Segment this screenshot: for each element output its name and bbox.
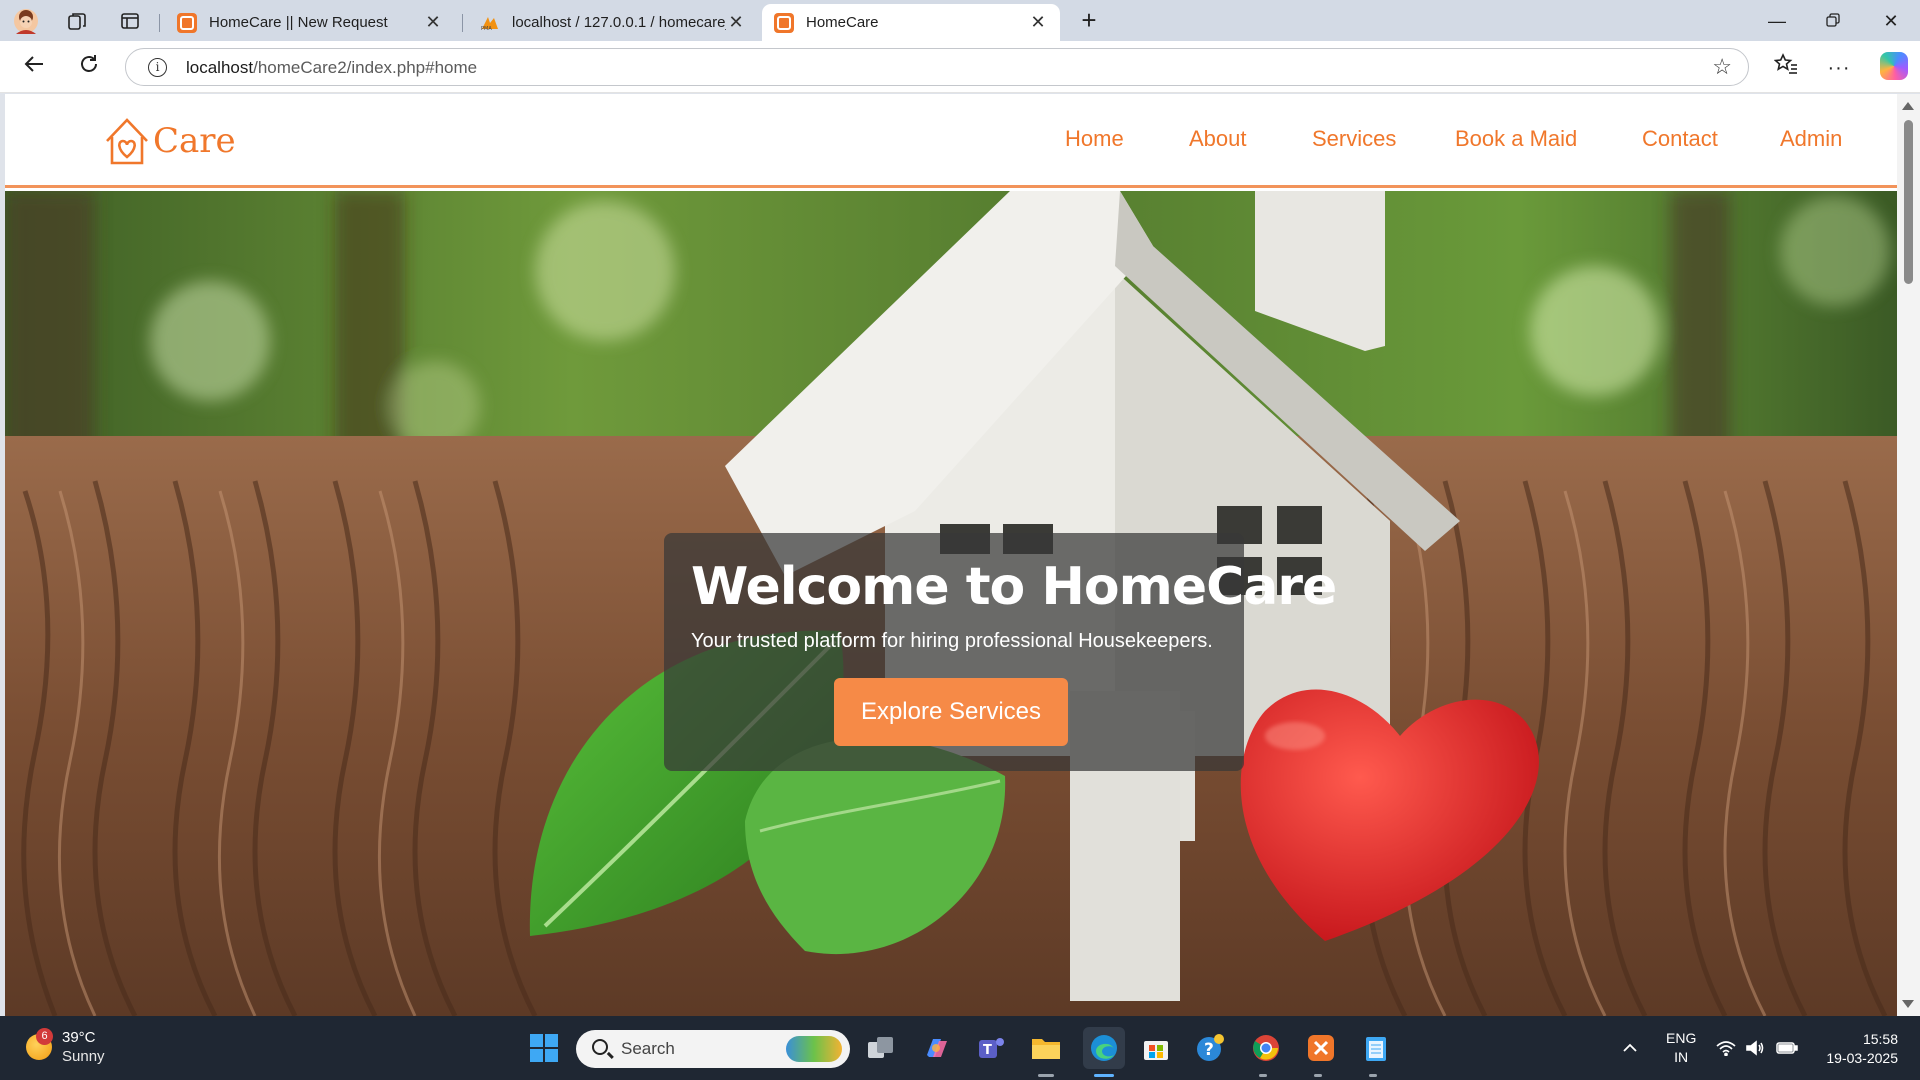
tab-separator: [462, 14, 463, 32]
task-view-icon[interactable]: [863, 1030, 899, 1066]
show-hidden-icons-chevron-icon[interactable]: [1622, 1016, 1638, 1080]
page-scrollbar[interactable]: [1897, 94, 1920, 1016]
wifi-icon[interactable]: [1716, 1016, 1736, 1080]
edge-browser-icon[interactable]: [1083, 1027, 1125, 1069]
site-logo[interactable]: Care: [103, 114, 236, 168]
favorites-icon[interactable]: [1769, 51, 1803, 85]
battery-icon[interactable]: [1776, 1016, 1798, 1080]
nav-admin[interactable]: Admin: [1780, 126, 1842, 152]
language-indicator[interactable]: ENG IN: [1666, 1016, 1696, 1080]
xampp-favicon-icon: [177, 12, 197, 33]
get-help-icon[interactable]: ?: [1193, 1030, 1229, 1066]
search-icon: [592, 1039, 608, 1055]
weather-temperature: 39°C: [62, 1029, 96, 1046]
refresh-icon[interactable]: [72, 51, 106, 85]
copilot-icon[interactable]: [1880, 52, 1908, 80]
language-code: ENG: [1666, 1030, 1697, 1046]
brand-name: Care: [153, 121, 236, 161]
active-app-indicator: [1094, 1074, 1114, 1077]
scroll-up-arrow-icon[interactable]: [1902, 102, 1914, 110]
sun-icon: 6: [26, 1028, 53, 1060]
tab-title: HomeCare || New Request: [209, 14, 388, 31]
more-menu-icon[interactable]: ···: [1822, 51, 1856, 85]
new-tab-button[interactable]: +: [1074, 6, 1104, 36]
nav-about[interactable]: About: [1189, 126, 1247, 152]
teams-icon[interactable]: T: [973, 1030, 1009, 1066]
notepad-icon[interactable]: [1358, 1030, 1394, 1066]
url-host: localhost: [186, 58, 254, 77]
weather-condition: Sunny: [62, 1048, 105, 1065]
restore-button[interactable]: [1810, 6, 1856, 36]
minimize-button[interactable]: —: [1754, 6, 1800, 36]
system-clock[interactable]: 15:58 19-03-2025: [1818, 1030, 1898, 1068]
volume-icon[interactable]: [1745, 1016, 1765, 1080]
taskbar-search[interactable]: Search: [576, 1030, 850, 1068]
tab-title: HomeCare: [806, 14, 879, 31]
tab-homecare[interactable]: HomeCare ✕: [762, 4, 1060, 41]
clock-time: 15:58: [1862, 1031, 1898, 1047]
xampp-favicon-icon: [774, 12, 794, 33]
running-indicator: [1259, 1074, 1267, 1077]
clock-date: 19-03-2025: [1826, 1050, 1898, 1066]
weather-widget[interactable]: 6 39°C Sunny: [26, 1028, 105, 1066]
hero-welcome-card: Welcome to HomeCare Your trusted platfor…: [664, 533, 1337, 771]
tab-phpmyadmin[interactable]: PMA localhost / 127.0.0.1 / homecare_c ✕: [468, 4, 758, 41]
close-tab-icon[interactable]: ✕: [726, 12, 746, 33]
tab-separator: [159, 14, 160, 32]
address-bar[interactable]: i localhost/homeCare2/index.php#home ☆: [125, 48, 1749, 86]
close-window-button[interactable]: ✕: [1868, 6, 1914, 36]
svg-text:?: ?: [1204, 1040, 1214, 1060]
site-navbar: Care Home About Services Book a Maid Con…: [5, 94, 1897, 188]
microsoft-store-icon[interactable]: [1138, 1030, 1174, 1066]
svg-text:T: T: [983, 1043, 992, 1058]
close-tab-icon[interactable]: ✕: [423, 12, 443, 33]
copilot-app-icon[interactable]: [918, 1030, 954, 1066]
svg-text:PMA: PMA: [481, 26, 492, 31]
url-path: /homeCare2/index.php#home: [253, 58, 478, 77]
search-label: Search: [621, 1039, 675, 1058]
phpmyadmin-favicon-icon: PMA: [480, 13, 500, 33]
browser-toolbar: i localhost/homeCare2/index.php#home ☆ ·…: [0, 41, 1920, 93]
weather-badge: 6: [36, 1028, 53, 1045]
file-explorer-icon[interactable]: [1028, 1030, 1064, 1066]
vertical-tabs-icon[interactable]: [116, 8, 144, 34]
site-info-icon[interactable]: i: [148, 58, 167, 77]
tab-title: localhost / 127.0.0.1 / homecare_c: [512, 14, 726, 31]
region-code: IN: [1674, 1049, 1689, 1065]
running-indicator: [1369, 1074, 1377, 1077]
nav-contact[interactable]: Contact: [1642, 126, 1718, 152]
scrollbar-thumb[interactable]: [1904, 120, 1913, 284]
back-arrow-icon[interactable]: [17, 51, 51, 85]
nav-book-a-maid[interactable]: Book a Maid: [1455, 126, 1577, 152]
house-heart-icon: [106, 118, 148, 165]
url-text: localhost/homeCare2/index.php#home: [186, 58, 477, 78]
search-highlight-icon: [786, 1036, 842, 1062]
tab-new-request[interactable]: HomeCare || New Request ✕: [165, 4, 455, 41]
windows-taskbar: 6 39°C Sunny Search T ? ENG IN 15:58 19-…: [0, 1016, 1920, 1080]
hero-title: Welcome to HomeCare: [691, 557, 1337, 617]
nav-services[interactable]: Services: [1312, 126, 1396, 152]
scroll-down-arrow-icon[interactable]: [1902, 1000, 1914, 1008]
explore-services-button[interactable]: Explore Services: [834, 678, 1068, 746]
nav-home[interactable]: Home: [1065, 126, 1124, 152]
hero-subtitle: Your trusted platform for hiring profess…: [691, 630, 1213, 652]
workspaces-icon[interactable]: [63, 8, 91, 34]
windows-start-icon[interactable]: [526, 1030, 562, 1066]
running-indicator: [1038, 1074, 1054, 1077]
close-tab-icon[interactable]: ✕: [1028, 12, 1048, 33]
running-indicator: [1314, 1074, 1322, 1077]
xampp-icon[interactable]: [1303, 1030, 1339, 1066]
chrome-icon[interactable]: [1248, 1030, 1284, 1066]
browser-tab-strip: HomeCare || New Request ✕ PMA localhost …: [0, 0, 1920, 41]
hero-section: Welcome to HomeCare Your trusted platfor…: [5, 191, 1897, 1016]
web-page: Care Home About Services Book a Maid Con…: [5, 94, 1897, 1016]
profile-avatar-icon[interactable]: [12, 8, 40, 34]
favorite-star-icon[interactable]: ☆: [1712, 54, 1732, 80]
